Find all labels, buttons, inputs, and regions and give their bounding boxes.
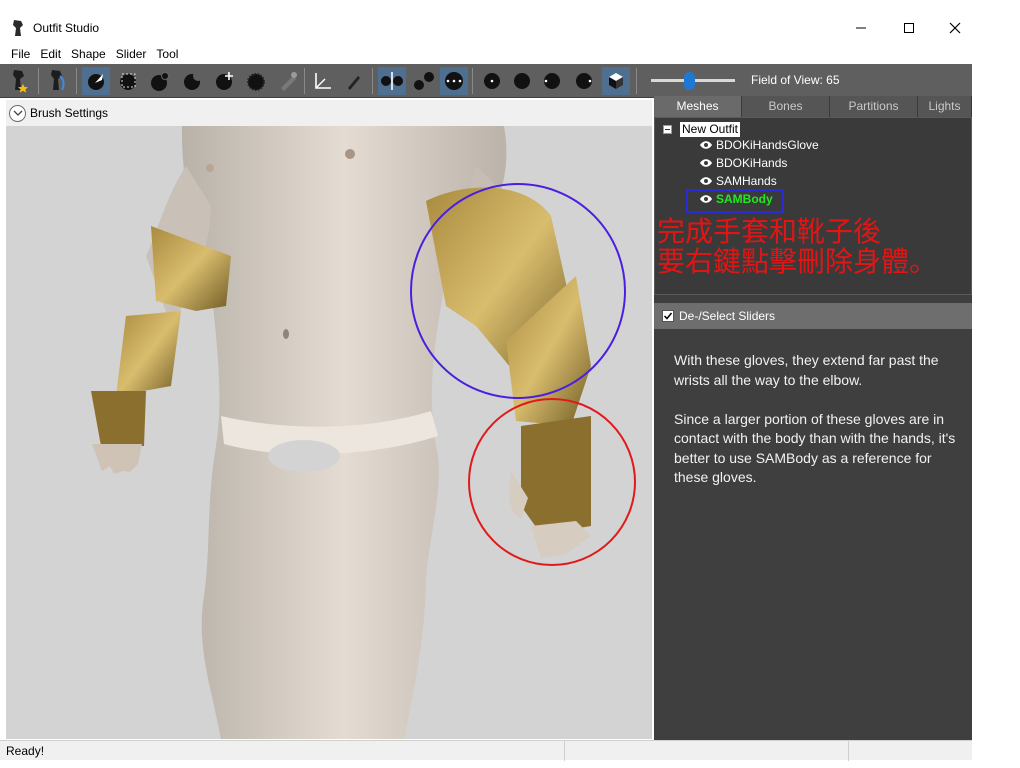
symmetry-y-button[interactable] bbox=[410, 67, 438, 95]
mask-brush-button[interactable] bbox=[114, 67, 142, 95]
view-left-button[interactable] bbox=[538, 67, 566, 95]
annotation-text: 完成手套和靴子後 要右鍵點擊刪除身體。 bbox=[657, 217, 937, 277]
app-icon bbox=[13, 20, 23, 36]
maximize-icon bbox=[904, 23, 914, 33]
symmetry-z-button[interactable] bbox=[440, 67, 468, 95]
menu-shape[interactable]: Shape bbox=[66, 44, 111, 64]
mesh-item[interactable]: BDOKiHands bbox=[699, 156, 787, 170]
eye-icon[interactable] bbox=[699, 158, 713, 168]
glove-left-hand bbox=[91, 391, 146, 446]
view-left-icon bbox=[544, 73, 560, 89]
collapse-icon[interactable] bbox=[663, 125, 672, 134]
pen-icon bbox=[348, 76, 360, 90]
mesh-item[interactable]: SAMHands bbox=[699, 174, 777, 188]
status-bar: Ready! bbox=[0, 740, 972, 761]
body-gap bbox=[268, 440, 340, 472]
panel-tabs: Meshes Bones Partitions Lights bbox=[654, 96, 972, 117]
perspective-button[interactable] bbox=[602, 67, 630, 95]
axis-icon bbox=[315, 73, 331, 89]
tab-meshes[interactable]: Meshes bbox=[654, 96, 742, 117]
smooth-brush-icon bbox=[247, 73, 265, 91]
view-back-button[interactable] bbox=[508, 67, 536, 95]
select-brush-icon bbox=[88, 74, 104, 90]
cube-icon bbox=[609, 73, 623, 89]
title-bar: Outfit Studio bbox=[0, 0, 1020, 46]
select-sliders-checkbox[interactable] bbox=[662, 310, 674, 322]
3d-viewport[interactable] bbox=[6, 126, 652, 739]
close-icon bbox=[949, 22, 961, 34]
glove-left-forearm bbox=[116, 311, 181, 396]
tab-bones[interactable]: Bones bbox=[742, 96, 830, 117]
symmetry-z-icon bbox=[445, 72, 463, 90]
mesh-item[interactable]: BDOKiHandsGlove bbox=[699, 138, 819, 152]
reference-star-icon bbox=[13, 70, 28, 93]
symmetry-y-icon bbox=[414, 72, 434, 90]
fov-slider-handle[interactable] bbox=[684, 72, 695, 90]
tab-lights[interactable]: Lights bbox=[918, 96, 972, 117]
window-title: Outfit Studio bbox=[33, 21, 100, 35]
pivot-button[interactable] bbox=[340, 67, 368, 95]
smooth-brush-button[interactable] bbox=[242, 67, 270, 95]
view-front-icon bbox=[484, 73, 500, 89]
move-brush-icon bbox=[216, 72, 233, 90]
working-mesh-button[interactable] bbox=[44, 67, 72, 95]
note-text: With these gloves, they extend far past … bbox=[674, 351, 964, 507]
viewport-render bbox=[91, 126, 636, 739]
view-front-button[interactable] bbox=[478, 67, 506, 95]
view-right-icon bbox=[576, 73, 592, 89]
deflate-brush-icon bbox=[184, 71, 203, 90]
mesh-item-label: BDOKiHandsGlove bbox=[716, 138, 819, 152]
inflate-brush-icon bbox=[151, 72, 169, 91]
maximize-button[interactable] bbox=[886, 10, 932, 46]
chevron-down-icon[interactable] bbox=[9, 104, 26, 122]
menu-slider[interactable]: Slider bbox=[111, 44, 152, 64]
note-paragraph-1: With these gloves, they extend far past … bbox=[674, 352, 939, 388]
menu-tool[interactable]: Tool bbox=[151, 44, 183, 64]
eye-icon[interactable] bbox=[699, 176, 713, 186]
mesh-item-label: BDOKiHands bbox=[716, 156, 788, 170]
sliders-header: De-/Select Sliders bbox=[654, 303, 972, 329]
symmetry-x-icon bbox=[381, 72, 403, 90]
view-right-button[interactable] bbox=[570, 67, 598, 95]
mask-brush-icon bbox=[120, 73, 136, 90]
weight-brush-button[interactable] bbox=[274, 67, 302, 95]
transform-button[interactable] bbox=[308, 67, 336, 95]
select-brush-button[interactable] bbox=[82, 67, 110, 95]
fov-label: Field of View: 65 bbox=[751, 73, 840, 87]
working-mesh-icon bbox=[51, 70, 65, 91]
tree-root[interactable]: New Outfit bbox=[663, 122, 741, 137]
move-brush-button[interactable] bbox=[210, 67, 238, 95]
brush-settings-header[interactable]: Brush Settings bbox=[6, 100, 652, 126]
tab-partitions[interactable]: Partitions bbox=[830, 96, 918, 117]
brush-settings-label: Brush Settings bbox=[30, 106, 109, 120]
annotation-line-1: 完成手套和靴子後 bbox=[657, 215, 882, 248]
symmetry-x-button[interactable] bbox=[378, 67, 406, 95]
note-paragraph-2: Since a larger portion of these gloves a… bbox=[674, 410, 956, 486]
tree-root-label[interactable]: New Outfit bbox=[680, 122, 741, 137]
right-panel: Meshes Bones Partitions Lights New Outfi… bbox=[654, 96, 972, 740]
annotation-line-2: 要右鍵點擊刪除身體。 bbox=[657, 245, 938, 278]
deflate-brush-button[interactable] bbox=[178, 67, 206, 95]
mesh-tree: New Outfit BDOKiHandsGlove BDOKiHands SA… bbox=[654, 117, 972, 295]
close-button[interactable] bbox=[932, 10, 978, 46]
eye-icon[interactable] bbox=[699, 140, 713, 150]
menu-edit[interactable]: Edit bbox=[35, 44, 66, 64]
weight-brush-icon bbox=[281, 72, 297, 91]
inflate-brush-button[interactable] bbox=[146, 67, 174, 95]
menu-bar: File Edit Shape Slider Tool bbox=[0, 44, 972, 64]
minimize-button[interactable] bbox=[838, 10, 884, 46]
status-text: Ready! bbox=[6, 744, 45, 758]
reference-button[interactable] bbox=[6, 67, 34, 95]
view-back-icon bbox=[514, 73, 530, 89]
glove-right-hand bbox=[521, 416, 591, 534]
checkmark-icon bbox=[663, 312, 673, 320]
selection-highlight-box bbox=[686, 189, 784, 213]
menu-file[interactable]: File bbox=[6, 44, 35, 64]
sliders-label: De-/Select Sliders bbox=[679, 309, 776, 323]
mesh-item-label: SAMHands bbox=[716, 174, 777, 188]
minimize-icon bbox=[856, 27, 866, 29]
